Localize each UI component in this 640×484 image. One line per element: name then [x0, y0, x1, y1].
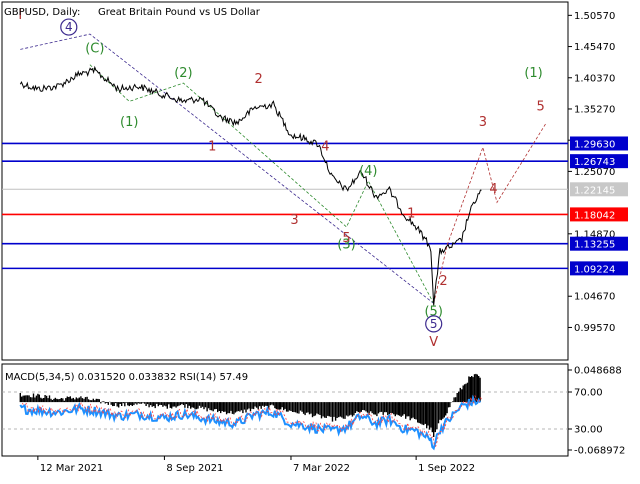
chart-window: (C) (1) (2) (4) (3) (5) (1) 1 2 3 4 5 1 2 3 4 5 V 4 5 I 1.50… [0, 0, 640, 480]
level-badge-label-0: 1.29630 [574, 139, 615, 150]
wave-label-14: 3 [479, 115, 487, 130]
indicator-tick-label-0: 0.048688 [574, 366, 622, 377]
wave-label-15: 4 [489, 182, 497, 197]
price-tick-label-2: 1.40370 [574, 73, 615, 84]
indicator-tick-label-2: 30.00 [574, 425, 603, 436]
wave-label-12: 1 [407, 207, 415, 222]
time-tick-label-3: 1 Sep 2022 [418, 463, 475, 474]
wave-label-7: 1 [208, 139, 216, 154]
indicator-tick-label-1: 70.00 [574, 388, 603, 399]
wave-label-13: 2 [439, 274, 447, 289]
price-tick-label-3: 1.35270 [574, 104, 615, 115]
level-badge-label-4: 1.13255 [574, 240, 615, 251]
price-tick-label-7: 1.04670 [574, 292, 615, 303]
indicator-title: MACD(5,34,5) 0.031520 0.033832 RSI(14) 5… [5, 372, 248, 383]
level-badge-label-3: 1.18042 [574, 210, 615, 221]
wave-label-8: 2 [254, 72, 262, 87]
wave-label-18: 4 [65, 20, 73, 34]
level-badge-label-2: 1.22145 [574, 185, 615, 196]
time-tick-label-0: 12 Mar 2021 [40, 463, 103, 474]
level-badge-label-5: 1.09224 [574, 264, 615, 275]
wave-label-0: (C) [85, 41, 104, 56]
wave-label-17: V [429, 335, 438, 350]
wave-label-9: 3 [290, 213, 298, 228]
time-tick-label-2: 7 Mar 2022 [293, 463, 350, 474]
wave-label-19: 5 [430, 317, 438, 331]
wave-label-2: (2) [174, 66, 192, 81]
price-tick-label-5: 1.25070 [574, 167, 615, 178]
wave-label-3: (4) [359, 164, 377, 179]
level-badge-label-1: 1.26743 [574, 157, 615, 168]
price-tick-label-8: 0.99570 [574, 323, 615, 334]
wave-label-16: 5 [536, 100, 544, 115]
chart-canvas: (C)(1)(2)(4)(3)(5)(1)1234512345V45I 1.50… [0, 0, 640, 480]
wave-label-6: (1) [524, 66, 542, 81]
time-tick-label-1: 8 Sep 2021 [166, 463, 223, 474]
chart-symbol-label: GBPUSD, Daily: [4, 7, 80, 18]
chart-description-label: Great Britain Pound vs US Dollar [98, 7, 261, 18]
wave-label-11: 5 [342, 231, 350, 246]
price-tick-label-1: 1.45470 [574, 42, 615, 53]
wave-label-10: 4 [321, 139, 329, 154]
indicator-tick-label-3: -0.068972 [574, 446, 625, 457]
price-tick-label-0: 1.50570 [574, 11, 615, 22]
wave-label-1: (1) [120, 115, 138, 130]
